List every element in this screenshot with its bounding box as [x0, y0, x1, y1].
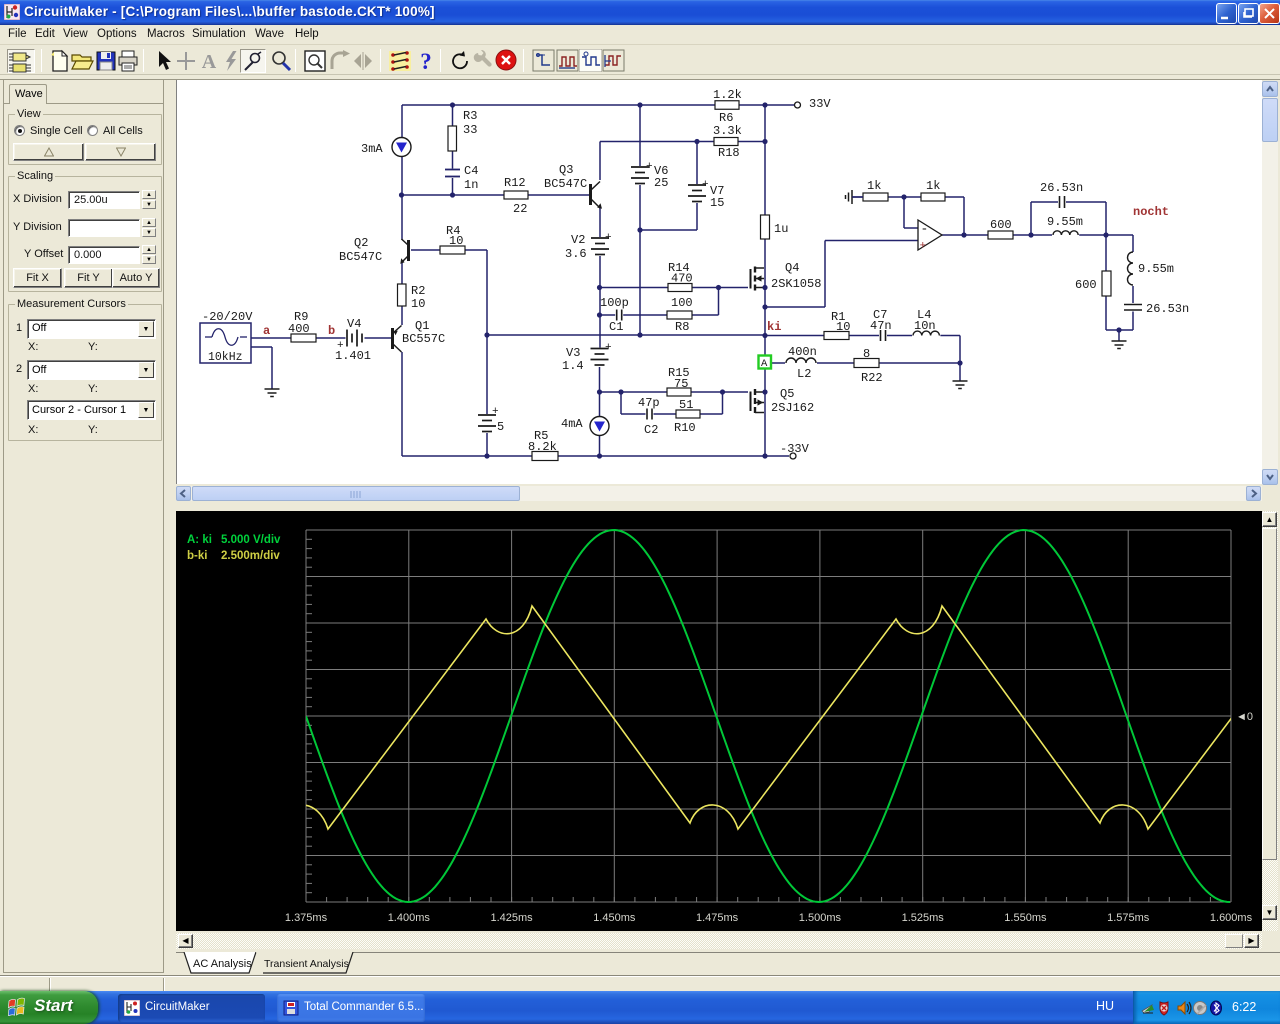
svg-text:2.500m/div: 2.500m/div [221, 550, 280, 562]
svg-text:◄0: ◄0 [1236, 711, 1253, 723]
svg-text:b: b [328, 324, 335, 338]
svg-text:1.375ms: 1.375ms [285, 912, 328, 924]
svg-text:R2: R2 [411, 284, 425, 298]
svg-text:10: 10 [411, 297, 425, 311]
svg-text:2SJ162: 2SJ162 [771, 401, 814, 415]
svg-text:1.525ms: 1.525ms [902, 912, 945, 924]
svg-text:b-ki: b-ki [187, 550, 207, 562]
svg-text:A: ki: A: ki [187, 534, 212, 546]
svg-text:BC557C: BC557C [402, 332, 445, 346]
svg-text:100p: 100p [600, 296, 629, 310]
svg-text:C4: C4 [464, 164, 478, 178]
svg-text:+: + [492, 406, 499, 418]
svg-text:R6: R6 [719, 111, 733, 125]
svg-text:22: 22 [513, 202, 527, 216]
svg-text:15: 15 [710, 196, 724, 210]
svg-text:R12: R12 [504, 176, 526, 190]
svg-text:25: 25 [654, 176, 668, 190]
svg-text:V2: V2 [571, 233, 585, 247]
svg-text:BC547C: BC547C [544, 177, 587, 191]
svg-text:2SK1058: 2SK1058 [771, 277, 821, 291]
svg-text:600: 600 [990, 218, 1012, 232]
svg-text:1.4: 1.4 [562, 359, 584, 373]
svg-text:C2: C2 [644, 423, 658, 437]
svg-text:L2: L2 [797, 367, 811, 381]
svg-text:8: 8 [863, 347, 870, 361]
svg-text:+: + [605, 232, 612, 244]
svg-text:5: 5 [497, 420, 504, 434]
svg-text:Q3: Q3 [559, 163, 573, 177]
svg-text:3mA: 3mA [361, 142, 383, 156]
svg-text:Q2: Q2 [354, 236, 368, 250]
svg-text:1.400ms: 1.400ms [388, 912, 431, 924]
svg-text:Q1: Q1 [415, 319, 429, 333]
svg-text:V3: V3 [566, 346, 580, 360]
svg-text:nocht: nocht [1133, 205, 1169, 219]
svg-text:51: 51 [679, 398, 693, 412]
svg-text:AC Analysis: AC Analysis [193, 958, 252, 970]
svg-text:1u: 1u [774, 222, 788, 236]
svg-text:1.425ms: 1.425ms [490, 912, 533, 924]
svg-text:8.2k: 8.2k [528, 440, 557, 454]
svg-text:600: 600 [1075, 278, 1097, 292]
svg-text:+: + [605, 342, 612, 354]
svg-text:Transient Analysis: Transient Analysis [264, 958, 349, 970]
svg-text:9.55m: 9.55m [1138, 262, 1174, 276]
svg-text:4mA: 4mA [561, 417, 583, 431]
svg-text:C1: C1 [609, 320, 623, 334]
svg-text:1.500ms: 1.500ms [799, 912, 842, 924]
svg-text:?: ? [420, 49, 432, 73]
svg-text:10kHz: 10kHz [208, 351, 243, 364]
svg-text:A: A [761, 358, 768, 370]
svg-text:400: 400 [288, 322, 310, 336]
svg-text:1.475ms: 1.475ms [696, 912, 739, 924]
svg-text:26.53n: 26.53n [1040, 181, 1083, 195]
svg-text:R18: R18 [718, 146, 740, 160]
svg-text:Q4: Q4 [785, 261, 799, 275]
svg-text:33: 33 [463, 123, 477, 137]
svg-text:1n: 1n [464, 178, 478, 192]
svg-text:1.575ms: 1.575ms [1107, 912, 1150, 924]
svg-text:+: + [702, 179, 709, 191]
svg-text:R22: R22 [861, 371, 883, 385]
svg-text:5.000 V/div: 5.000 V/div [221, 534, 281, 546]
svg-text:R3: R3 [463, 109, 477, 123]
svg-text:100: 100 [671, 296, 693, 310]
svg-text:400n: 400n [788, 345, 817, 359]
svg-text:26.53n: 26.53n [1146, 302, 1189, 316]
svg-text:R10: R10 [674, 421, 696, 435]
svg-text:1.2k: 1.2k [713, 88, 742, 102]
svg-text:1k: 1k [926, 179, 940, 193]
svg-text:BC547C: BC547C [339, 250, 382, 264]
svg-text:1.450ms: 1.450ms [593, 912, 636, 924]
svg-text:R8: R8 [675, 320, 689, 334]
svg-text:+: + [646, 161, 653, 173]
svg-text:V4: V4 [347, 317, 361, 331]
svg-text:33V: 33V [809, 97, 831, 111]
svg-text:A: A [202, 51, 217, 73]
svg-text:3.6: 3.6 [565, 247, 587, 261]
svg-text:1.550ms: 1.550ms [1004, 912, 1047, 924]
svg-text:10n: 10n [914, 319, 936, 333]
svg-text:1k: 1k [867, 179, 881, 193]
svg-text:3.3k: 3.3k [713, 124, 742, 138]
svg-text:47p: 47p [638, 396, 660, 410]
svg-text:470: 470 [671, 272, 693, 286]
svg-text:ki: ki [767, 320, 781, 334]
svg-text:9.55m: 9.55m [1047, 215, 1083, 229]
svg-text:+: + [920, 241, 927, 253]
svg-text:75: 75 [674, 377, 688, 391]
svg-text:a: a [263, 324, 270, 338]
svg-text:1.401: 1.401 [335, 349, 371, 363]
svg-text:-20/20V: -20/20V [202, 310, 253, 324]
svg-text:-33V: -33V [780, 442, 810, 456]
svg-text:10: 10 [836, 320, 850, 334]
svg-text:Q5: Q5 [780, 387, 794, 401]
svg-text:10: 10 [449, 234, 463, 248]
svg-text:1.600ms: 1.600ms [1210, 912, 1253, 924]
svg-text:-: - [921, 222, 929, 237]
svg-text:47n: 47n [870, 319, 892, 333]
